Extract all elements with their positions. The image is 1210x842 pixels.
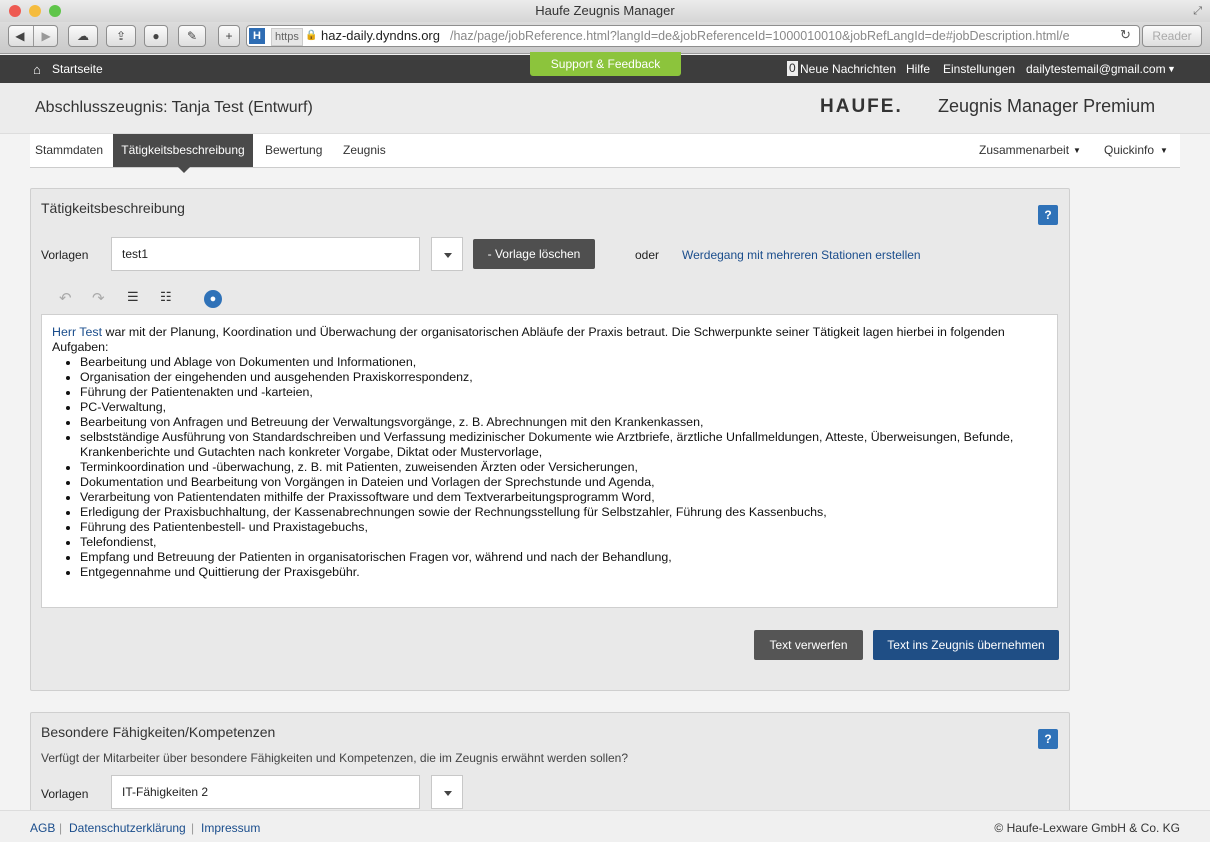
list-item: PC-Verwaltung, xyxy=(80,400,1047,415)
job-description-panel: Tätigkeitsbeschreibung ? Vorlagen test1 … xyxy=(30,188,1070,691)
discard-text-button[interactable]: Text verwerfen xyxy=(754,630,863,660)
wrench-icon: ✎ xyxy=(186,29,198,43)
share-button[interactable]: ⇪ xyxy=(106,25,136,47)
delete-template-button[interactable]: - Vorlage löschen xyxy=(473,239,595,269)
list-item: Führung des Patientenbestell- und Praxis… xyxy=(80,520,1047,535)
page-header: Abschlusszeugnis: Tanja Test (Entwurf) H… xyxy=(0,83,1210,134)
cloud-icon: ☁ xyxy=(77,29,89,43)
templates-label: Vorlagen xyxy=(41,248,89,262)
plus-icon: + xyxy=(225,29,233,43)
tab-taetigkeitsbeschreibung[interactable]: Tätigkeitsbeschreibung xyxy=(113,134,253,167)
help-link[interactable]: Hilfe xyxy=(906,62,930,76)
chevron-down-icon[interactable]: ▼ xyxy=(1167,64,1176,74)
text-editor[interactable]: Herr Test war mit der Planung, Koordinat… xyxy=(41,314,1058,608)
help-button[interactable]: ? xyxy=(1038,729,1058,749)
add-tab-button[interactable]: + xyxy=(218,25,240,47)
apply-to-certificate-button[interactable]: Text ins Zeugnis übernehmen xyxy=(873,630,1059,660)
career-stations-link[interactable]: Werdegang mit mehreren Stationen erstell… xyxy=(682,248,921,262)
tab-bar: Stammdaten Tätigkeitsbeschreibung Bewert… xyxy=(30,134,1180,173)
task-list: Bearbeitung und Ablage von Dokumenten un… xyxy=(80,355,1047,580)
footer: AGB | Datenschutzerklärung | Impressum ©… xyxy=(0,810,1210,842)
window-titlebar: Haufe Zeugnis Manager ⤢ xyxy=(0,0,1210,22)
https-badge: https xyxy=(271,28,303,46)
panel-title: Besondere Fähigkeiten/Kompetenzen xyxy=(41,724,276,740)
home-icon[interactable]: ⌂ xyxy=(33,62,41,77)
tools-button[interactable]: ✎ xyxy=(178,25,206,47)
circle-icon: ● xyxy=(152,29,160,43)
favicon-icon: H xyxy=(249,28,265,44)
imprint-link[interactable]: Impressum xyxy=(201,821,260,835)
active-tab-pointer xyxy=(178,167,190,179)
fullscreen-icon[interactable]: ⤢ xyxy=(1193,0,1202,22)
list-item: Bearbeitung und Ablage von Dokumenten un… xyxy=(80,355,1047,370)
templates-label: Vorlagen xyxy=(41,787,89,801)
close-window-button[interactable] xyxy=(9,5,21,17)
settings-link[interactable]: Einstellungen xyxy=(943,62,1015,76)
url-domain: haz-daily.dyndns.org xyxy=(321,28,440,43)
undo-icon[interactable]: ↶ xyxy=(59,289,72,307)
browser-toolbar: ◀ ▶ ☁ ⇪ ● ✎ + H https 🔒 haz-daily.dyndns.… xyxy=(0,22,1210,54)
collaboration-menu[interactable]: Zusammenarbeit xyxy=(979,134,1069,167)
messages-link[interactable]: Neue Nachrichten xyxy=(800,62,896,76)
person-name-placeholder[interactable]: Herr Test xyxy=(52,325,102,339)
window-title: Haufe Zeugnis Manager xyxy=(535,3,675,18)
list-item: Telefondienst, xyxy=(80,535,1047,550)
tab-zeugnis[interactable]: Zeugnis xyxy=(343,134,386,167)
chevron-down-icon: ▼ xyxy=(1160,146,1168,155)
bullet-list-icon[interactable]: ☰ xyxy=(127,289,139,305)
page-title: Abschlusszeugnis: Tanja Test (Entwurf) xyxy=(35,99,313,116)
list-item: Organisation der eingehenden und ausgehe… xyxy=(80,370,1047,385)
template-dropdown-button[interactable] xyxy=(431,775,463,809)
reload-icon[interactable]: ↻ xyxy=(1120,27,1131,43)
haufe-logo: HAUFE. xyxy=(820,96,903,117)
help-button[interactable]: ? xyxy=(1038,205,1058,225)
support-feedback-button[interactable]: Support & Feedback xyxy=(530,52,681,76)
message-count-badge: 0 xyxy=(787,61,798,76)
icloud-button[interactable]: ☁ xyxy=(68,25,98,47)
skills-question: Verfügt der Mitarbeiter über besondere F… xyxy=(41,751,629,765)
user-menu[interactable]: dailytestemail@gmail.com xyxy=(1026,62,1166,76)
address-bar[interactable]: H https 🔒 haz-daily.dyndns.org /haz/page… xyxy=(246,25,1140,47)
separator: | xyxy=(191,821,195,835)
list-item: Verarbeitung von Patientendaten mithilfe… xyxy=(80,490,1047,505)
product-name: Zeugnis Manager Premium xyxy=(938,96,1156,116)
list-item: Terminkoordination und -überwachung, z. … xyxy=(80,460,1047,475)
reader-button[interactable]: Reader xyxy=(1142,25,1202,47)
copyright: © Haufe-Lexware GmbH & Co. KG xyxy=(994,821,1180,835)
panel-title: Tätigkeitsbeschreibung xyxy=(41,200,185,216)
home-link[interactable]: Startseite xyxy=(52,62,103,76)
forward-icon[interactable]: ▶ xyxy=(42,29,51,43)
lock-icon: 🔒 xyxy=(305,30,318,41)
agb-link[interactable]: AGB xyxy=(30,821,55,835)
list-item: Bearbeitung von Anfragen und Betreuung d… xyxy=(80,415,1047,430)
person-placeholder-icon[interactable]: ● xyxy=(204,290,222,308)
separator: | xyxy=(59,821,63,835)
zoom-window-button[interactable] xyxy=(49,5,61,17)
tab-bewertung[interactable]: Bewertung xyxy=(265,134,322,167)
list-item: selbstständige Ausführung von Standardsc… xyxy=(80,430,1047,460)
privacy-link[interactable]: Datenschutzerklärung xyxy=(69,821,186,835)
share-icon: ⇪ xyxy=(115,29,127,43)
template-dropdown-button[interactable] xyxy=(431,237,463,271)
back-forward-buttons[interactable]: ◀ ▶ xyxy=(8,25,58,47)
template-select[interactable]: test1 xyxy=(111,237,420,271)
quickinfo-menu[interactable]: Quickinfo xyxy=(1104,134,1154,167)
minimize-window-button[interactable] xyxy=(29,5,41,17)
extension-button[interactable]: ● xyxy=(144,25,168,47)
chevron-down-icon: ▼ xyxy=(1073,146,1081,155)
list-item: Dokumentation und Bearbeitung von Vorgän… xyxy=(80,475,1047,490)
tab-stammdaten[interactable]: Stammdaten xyxy=(35,134,103,167)
list-item: Führung der Patientenakten und -karteien… xyxy=(80,385,1047,400)
list-item: Empfang und Betreuung der Patienten in o… xyxy=(80,550,1047,565)
editor-intro: war mit der Planung, Koordination und Üb… xyxy=(52,325,1005,354)
back-icon[interactable]: ◀ xyxy=(15,29,24,43)
or-label: oder xyxy=(635,248,660,262)
template-select[interactable]: IT-Fähigkeiten 2 xyxy=(111,775,420,809)
numbered-list-icon[interactable]: ☷ xyxy=(160,289,172,305)
list-item: Erledigung der Praxisbuchhaltung, der Ka… xyxy=(80,505,1047,520)
url-path: /haz/page/jobReference.html?langId=de&jo… xyxy=(450,29,1070,43)
redo-icon[interactable]: ↷ xyxy=(92,289,105,307)
list-item: Entgegennahme und Quittierung der Praxis… xyxy=(80,565,1047,580)
